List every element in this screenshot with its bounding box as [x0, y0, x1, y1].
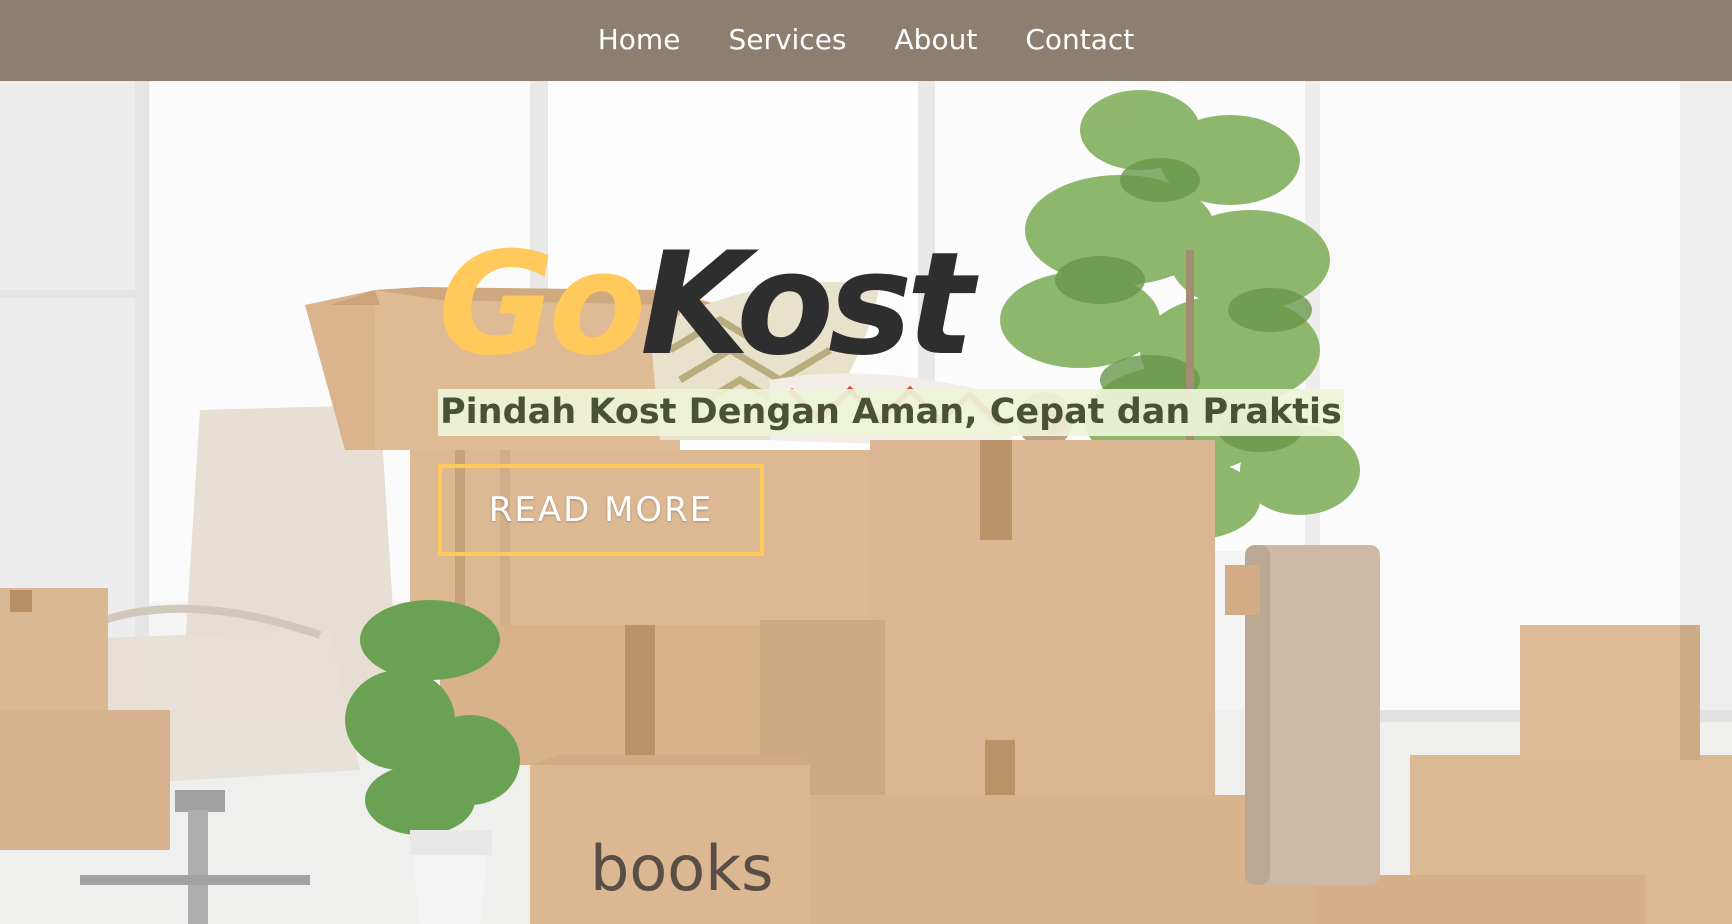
brand-title-go: Go	[438, 222, 646, 387]
read-more-label: READ MORE	[488, 490, 714, 530]
hero-tagline: Pindah Kost Dengan Aman, Cepat dan Prakt…	[438, 389, 1344, 436]
nav-contact-link[interactable]: Contact	[1025, 23, 1134, 56]
nav-about-link[interactable]: About	[895, 23, 978, 56]
brand-logo-title: GoKost	[438, 234, 974, 376]
read-more-button[interactable]: READ MORE	[438, 464, 764, 556]
brand-title-kost: Kost	[640, 222, 974, 387]
top-navbar: Home Services About Contact	[0, 0, 1732, 81]
hero-section: books GoKost Pindah Kost Dengan Aman, Ce…	[0, 81, 1732, 924]
hero-background-image: books	[0, 81, 1732, 924]
page: Home Services About Contact books GoKost…	[0, 0, 1732, 924]
nav-services-link[interactable]: Services	[728, 23, 846, 56]
nav-home-link[interactable]: Home	[598, 23, 681, 56]
hero-overlay: GoKost Pindah Kost Dengan Aman, Cepat da…	[438, 234, 1344, 556]
